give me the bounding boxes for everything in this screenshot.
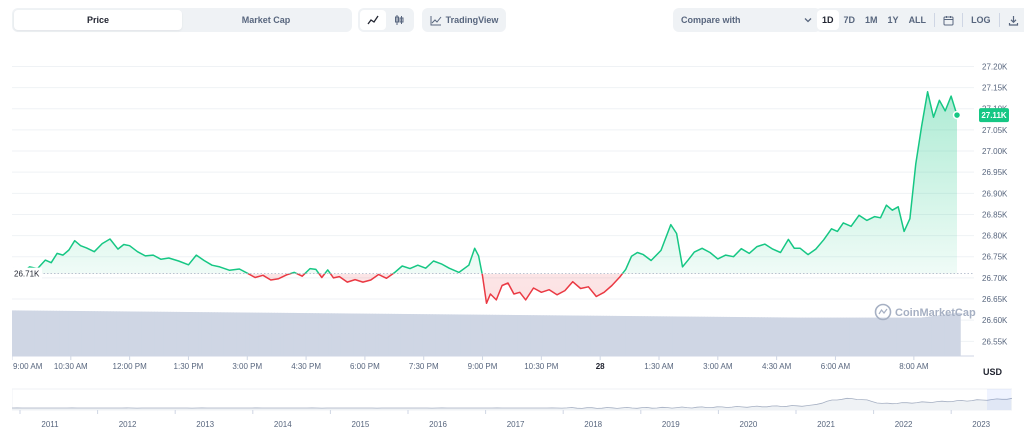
y-tick-label: 27.05K	[982, 126, 1008, 135]
price-area	[12, 91, 957, 304]
current-price-dot	[952, 110, 962, 120]
x-tick-label: 1:30 PM	[174, 362, 204, 371]
x-tick-label: 4:30 AM	[762, 362, 792, 371]
y-tick-label: 26.90K	[982, 189, 1008, 198]
x-tick-label: 6:00 PM	[350, 362, 380, 371]
tradingview-label: TradingView	[445, 15, 499, 25]
x-tick-label: 4:30 PM	[291, 362, 321, 371]
price-chart[interactable]: CoinMarketCap 26.71K 27.20K27.15K27.10K2…	[11, 42, 1013, 439]
watermark-text: CoinMarketCap	[895, 307, 976, 319]
range-7d-button[interactable]: 7D	[839, 10, 861, 30]
navigator-year-label: 2014	[274, 420, 292, 429]
y-tick-label: 26.85K	[982, 210, 1008, 219]
y-tick-label: 27.15K	[982, 84, 1008, 93]
tradingview-button[interactable]: TradingView	[422, 8, 506, 32]
time-range-selector: 1D 7D 1M 1Y ALL LOG	[815, 8, 1024, 32]
currency-label: USD	[983, 367, 1003, 377]
x-tick-label: 9:00 AM	[13, 362, 43, 371]
open-price-label: 26.71K	[14, 270, 40, 279]
x-tick-label: 3:00 PM	[232, 362, 262, 371]
candlestick-icon	[395, 15, 404, 25]
x-tick-label: 6:00 AM	[821, 362, 851, 371]
volume-bar	[957, 312, 961, 356]
coinmarketcap-logo-icon	[874, 303, 892, 321]
time-navigator[interactable]: 2011 2012 2013 2014 2015 2016 2017 2018 2019 2020…	[11, 388, 1013, 429]
tradingview-icon	[430, 15, 441, 25]
y-tick-label: 26.65K	[982, 295, 1008, 304]
chart-toolbar: Price Market Cap TradingView Compare wit…	[12, 8, 1024, 34]
line-chart-button[interactable]	[360, 10, 386, 30]
chart-type-toggle	[358, 8, 414, 32]
x-tick-label: 10:30 PM	[524, 362, 559, 371]
x-tick-label: 8:00 AM	[899, 362, 929, 371]
range-divider	[934, 13, 936, 27]
navigator-year-label: 2016	[429, 420, 447, 429]
line-chart-icon	[367, 15, 379, 25]
range-1y-button[interactable]: 1Y	[883, 10, 904, 30]
y-axis: 27.20K27.15K27.10K27.05K27.00K26.95K26.9…	[979, 62, 1009, 346]
compare-with-dropdown[interactable]: Compare with	[673, 8, 821, 32]
navigator-year-label: 2011	[41, 420, 59, 429]
download-button[interactable]	[1003, 10, 1024, 30]
x-tick-label: 12:00 PM	[113, 362, 148, 371]
candlestick-button[interactable]	[386, 10, 412, 30]
price-chart-area[interactable]: CoinMarketCap 26.71K 27.20K27.15K27.10K2…	[11, 42, 1013, 439]
navigator-year-label: 2022	[895, 420, 913, 429]
navigator-year-label: 2012	[119, 420, 137, 429]
compare-with-label: Compare with	[681, 15, 741, 25]
navigator-year-label: 2015	[352, 420, 370, 429]
price-area-up	[12, 91, 957, 274]
range-1m-button[interactable]: 1M	[860, 10, 883, 30]
calendar-icon	[943, 15, 954, 25]
navigator-selection[interactable]	[987, 389, 1011, 410]
x-tick-label: 1:30 AM	[644, 362, 674, 371]
chart-grid	[12, 65, 974, 342]
y-tick-label: 26.95K	[982, 168, 1008, 177]
volume-bars	[12, 310, 961, 356]
range-divider	[998, 13, 1000, 27]
current-price-label: 27.11K	[981, 111, 1007, 120]
tab-price[interactable]: Price	[14, 10, 182, 30]
chevron-down-icon	[804, 18, 812, 23]
watermark: CoinMarketCap	[874, 303, 976, 321]
x-axis: 9:00 AM 10:30 AM 12:00 PM 1:30 PM 3:00 PM 4:3…	[11, 355, 974, 371]
tab-market-cap[interactable]: Market Cap	[182, 10, 350, 30]
x-tick-label: 9:00 PM	[468, 362, 498, 371]
date-range-button[interactable]	[938, 10, 959, 30]
navigator-year-label: 2017	[507, 420, 525, 429]
x-tick-label: 7:30 PM	[409, 362, 439, 371]
range-1d-button[interactable]: 1D	[817, 10, 839, 30]
y-tick-label: 26.60K	[982, 316, 1008, 325]
range-divider	[962, 13, 964, 27]
navigator-year-label: 2021	[817, 420, 835, 429]
y-tick-label: 26.80K	[982, 232, 1008, 241]
price-marketcap-toggle: Price Market Cap	[12, 8, 352, 32]
y-tick-label: 26.55K	[982, 337, 1008, 346]
download-icon	[1008, 15, 1018, 26]
range-all-button[interactable]: ALL	[904, 10, 932, 30]
y-tick-label: 27.00K	[982, 147, 1008, 156]
navigator-year-label: 2013	[196, 420, 214, 429]
y-tick-label: 26.70K	[982, 274, 1008, 283]
navigator-year-label: 2018	[584, 420, 602, 429]
x-tick-label: 28	[596, 362, 605, 371]
y-tick-label: 26.75K	[982, 253, 1008, 262]
y-tick-label: 27.20K	[982, 62, 1008, 71]
x-tick-label: 3:00 AM	[703, 362, 733, 371]
navigator-year-label: 2019	[662, 420, 680, 429]
navigator-year-label: 2020	[740, 420, 758, 429]
log-scale-button[interactable]: LOG	[966, 10, 996, 30]
navigator-year-label: 2023	[972, 420, 990, 429]
x-tick-label: 10:30 AM	[54, 362, 88, 371]
